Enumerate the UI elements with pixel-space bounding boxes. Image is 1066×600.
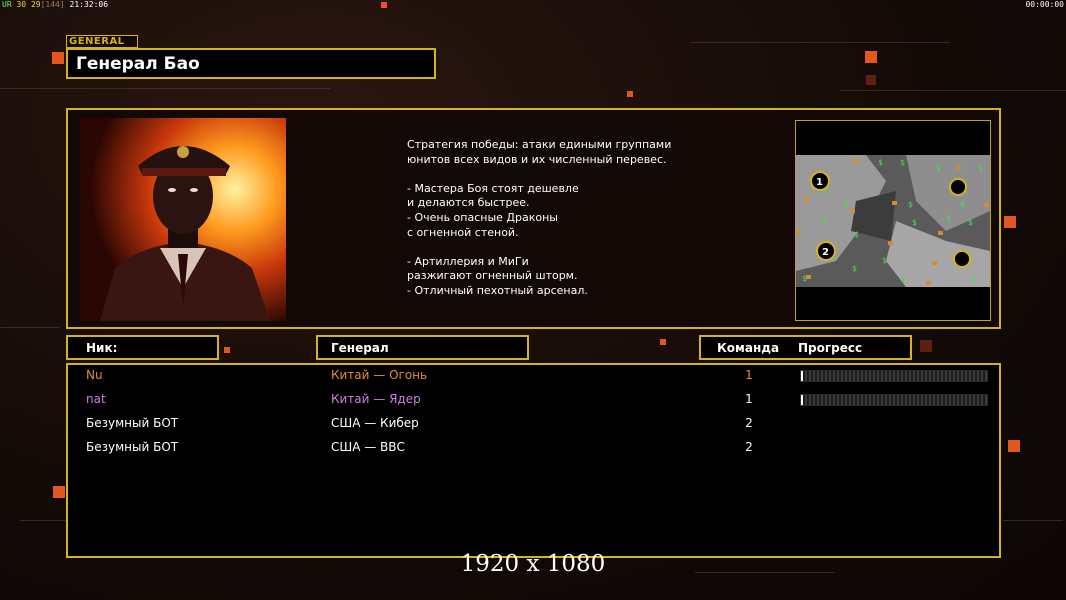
svg-text:$: $ bbox=[972, 274, 977, 283]
svg-text:$: $ bbox=[822, 216, 827, 225]
player-nick: Безумный БОТ bbox=[86, 440, 179, 454]
svg-text:$: $ bbox=[900, 158, 905, 167]
player-progress-bar bbox=[800, 394, 988, 406]
decor-square bbox=[381, 2, 387, 8]
player-general: Китай — Ядер bbox=[331, 392, 421, 406]
decor-line bbox=[20, 520, 66, 521]
player-row[interactable]: Безумный БОТ США — ВВС 2 bbox=[68, 438, 999, 462]
player-nick: nat bbox=[86, 392, 106, 406]
decor-square bbox=[660, 339, 666, 345]
clock: 21:32:06 bbox=[69, 0, 109, 9]
decor-square bbox=[1008, 440, 1020, 452]
player-team: 2 bbox=[745, 416, 753, 430]
player-nick: Nu bbox=[86, 368, 103, 382]
decor-line bbox=[690, 42, 950, 43]
decor-line bbox=[1003, 520, 1063, 521]
svg-text:$: $ bbox=[936, 164, 941, 173]
ping-value: [144] bbox=[40, 0, 65, 9]
svg-text:$: $ bbox=[946, 214, 951, 223]
column-progress-label: Прогресс bbox=[798, 341, 863, 355]
decor-line bbox=[840, 90, 1066, 91]
map-preview[interactable]: $ $ $ $ $ $ $ $ $ $ $ $ $ $ $ $ $ $ 1 2 bbox=[795, 120, 991, 321]
decor-square bbox=[1004, 216, 1016, 228]
svg-text:$: $ bbox=[960, 200, 965, 209]
start-position-2: 2 bbox=[822, 247, 829, 258]
progress-fill bbox=[801, 395, 803, 405]
fps-value: 30 bbox=[16, 0, 27, 9]
decor-line bbox=[0, 88, 330, 89]
player-row[interactable]: nat Китай — Ядер 1 bbox=[68, 390, 999, 414]
start-position-1: 1 bbox=[816, 177, 823, 188]
svg-text:$: $ bbox=[968, 218, 973, 227]
svg-text:$: $ bbox=[852, 264, 857, 273]
player-general: США — Кибер bbox=[331, 416, 419, 430]
game-timer: 00:00:00 bbox=[1025, 0, 1064, 9]
decor-square bbox=[53, 486, 65, 498]
svg-text:$: $ bbox=[908, 200, 913, 209]
general-title-box: Генерал Бао bbox=[66, 48, 436, 79]
fps-secondary: 29 bbox=[30, 0, 41, 9]
column-header-nick: Ник: bbox=[66, 335, 219, 360]
svg-text:$: $ bbox=[912, 218, 917, 227]
player-general: Китай — Огонь bbox=[331, 368, 428, 382]
general-name: Генерал Бао bbox=[76, 54, 200, 74]
decor-square bbox=[52, 52, 64, 64]
decor-square bbox=[224, 347, 230, 353]
general-portrait-art bbox=[80, 118, 286, 321]
column-header-team-progress: Команда Прогресс bbox=[699, 335, 912, 360]
decor-square bbox=[920, 340, 932, 352]
decor-line bbox=[0, 327, 60, 328]
column-nick-label: Ник: bbox=[86, 341, 118, 355]
player-team: 1 bbox=[745, 368, 753, 382]
svg-text:$: $ bbox=[878, 158, 883, 167]
general-info-panel: Стратегия победы: атаки едиными группами… bbox=[66, 108, 1001, 329]
column-team-label: Команда bbox=[717, 341, 780, 355]
player-team: 2 bbox=[745, 440, 753, 454]
player-nick: Безумный БОТ bbox=[86, 416, 179, 430]
resolution-overlay: 1920 x 1080 bbox=[460, 551, 606, 577]
svg-text:$: $ bbox=[978, 164, 983, 173]
general-tag: GENERAL bbox=[66, 35, 138, 48]
minimap-art: $ $$ $$$ $ $$ $$ $ $$$ $ $ $ 1 2 bbox=[796, 155, 990, 287]
player-team: 1 bbox=[745, 392, 753, 406]
hud-stats: UR 30 29[144] 21:32:06 bbox=[2, 0, 108, 9]
fps-label: UR bbox=[2, 0, 12, 9]
svg-text:$: $ bbox=[844, 200, 849, 209]
svg-text:$: $ bbox=[854, 230, 859, 239]
decor-square bbox=[866, 75, 876, 85]
column-header-general: Генерал bbox=[316, 335, 529, 360]
player-progress-bar bbox=[800, 370, 988, 382]
svg-text:$: $ bbox=[882, 256, 887, 265]
general-portrait bbox=[80, 118, 286, 321]
player-list: Nu Китай — Огонь 1 nat Китай — Ядер 1 Бе… bbox=[66, 363, 1001, 558]
player-row[interactable]: Безумный БОТ США — Кибер 2 bbox=[68, 414, 999, 438]
decor-square bbox=[865, 51, 877, 63]
player-general: США — ВВС bbox=[331, 440, 405, 454]
decor-square bbox=[627, 91, 633, 97]
svg-text:$: $ bbox=[900, 274, 905, 283]
general-description: Стратегия победы: атаки едиными группами… bbox=[407, 138, 672, 297]
progress-fill bbox=[801, 371, 803, 381]
player-row[interactable]: Nu Китай — Огонь 1 bbox=[68, 366, 999, 390]
column-general-label: Генерал bbox=[331, 341, 389, 355]
